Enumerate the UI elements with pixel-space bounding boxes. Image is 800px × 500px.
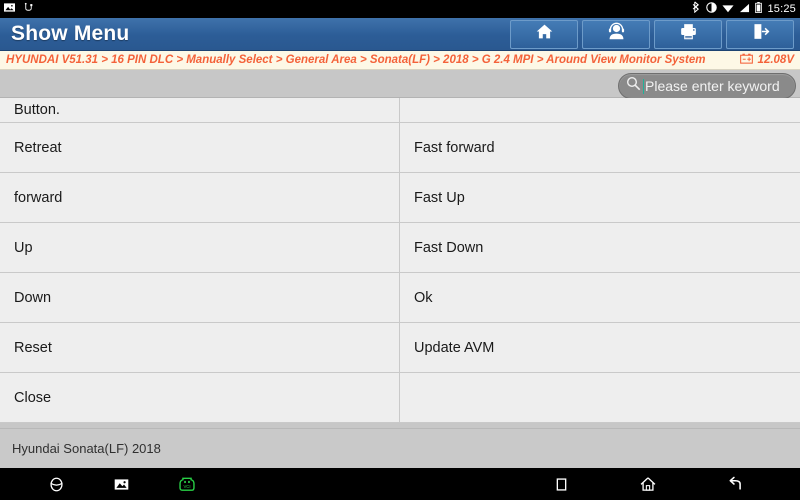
- table-row: Button.: [0, 98, 800, 123]
- android-status-bar: 15:25: [0, 0, 800, 18]
- menu-item-fast-down[interactable]: Fast Down: [400, 223, 800, 272]
- home-icon[interactable]: [639, 475, 657, 493]
- home-icon: [535, 22, 554, 46]
- menu-item-retreat[interactable]: Retreat: [0, 123, 400, 172]
- search-input[interactable]: Please enter keyword: [618, 73, 796, 99]
- status-bar-right-icons: 15:25: [692, 0, 796, 18]
- search-placeholder: Please enter keyword: [645, 78, 780, 94]
- menu-item-empty: [400, 98, 800, 122]
- dnd-icon: [706, 0, 718, 18]
- table-row: forward Fast Up: [0, 173, 800, 223]
- breadcrumb-path: HYUNDAI V51.31 > 16 PIN DLC > Manually S…: [6, 54, 706, 66]
- app-header: Show Menu: [0, 18, 800, 51]
- headset-icon: [607, 22, 626, 46]
- battery-icon: [755, 0, 763, 18]
- svg-text:VCI: VCI: [183, 483, 190, 488]
- menu-item-ok[interactable]: Ok: [400, 273, 800, 322]
- support-button[interactable]: [582, 19, 650, 49]
- printer-icon: [679, 22, 698, 46]
- browser-icon[interactable]: [48, 476, 65, 493]
- recents-icon[interactable]: [554, 477, 569, 492]
- table-row: Down Ok: [0, 273, 800, 323]
- gallery-icon[interactable]: [113, 476, 130, 493]
- vci-icon[interactable]: VCI: [178, 476, 196, 493]
- signal-icon: [739, 0, 750, 18]
- header-toolbar: [510, 19, 800, 49]
- status-footer: Hyundai Sonata(LF) 2018: [0, 428, 800, 468]
- home-button[interactable]: [510, 19, 578, 49]
- table-row: Close: [0, 373, 800, 423]
- breadcrumb: HYUNDAI V51.31 > 16 PIN DLC > Manually S…: [0, 51, 800, 70]
- voltage-indicator: 12.08V: [739, 51, 796, 69]
- status-bar-clock: 15:25: [767, 3, 796, 15]
- menu-item-fast-forward[interactable]: Fast forward: [400, 123, 800, 172]
- menu-item-down[interactable]: Down: [0, 273, 400, 322]
- bluetooth-icon: [692, 0, 701, 18]
- nav-left-group: VCI: [0, 476, 196, 493]
- battery-voltage-icon: [739, 51, 753, 69]
- menu-item-update-avm[interactable]: Update AVM: [400, 323, 800, 372]
- exit-button[interactable]: [726, 19, 794, 49]
- menu-item-button[interactable]: Button.: [0, 98, 400, 122]
- menu-item-fast-up[interactable]: Fast Up: [400, 173, 800, 222]
- status-bar-left-icons: [4, 0, 34, 18]
- android-nav-bar: VCI: [0, 468, 800, 500]
- print-button[interactable]: [654, 19, 722, 49]
- voltage-value: 12.08V: [757, 54, 794, 66]
- usb-icon: [23, 0, 34, 18]
- menu-item-empty: [400, 373, 800, 422]
- menu-item-close[interactable]: Close: [0, 373, 400, 422]
- table-row: Reset Update AVM: [0, 323, 800, 373]
- menu-item-up[interactable]: Up: [0, 223, 400, 272]
- vehicle-info-label: Hyundai Sonata(LF) 2018: [12, 441, 161, 456]
- table-row: Retreat Fast forward: [0, 123, 800, 173]
- search-icon: [626, 76, 641, 96]
- menu-item-reset[interactable]: Reset: [0, 323, 400, 372]
- menu-list: Button. Retreat Fast forward forward Fas…: [0, 98, 800, 428]
- app-root: 15:25 Show Menu HYUNDAI V51.31 > 16 PIN …: [0, 0, 800, 500]
- nav-right-group: [554, 475, 800, 493]
- page-title: Show Menu: [11, 22, 130, 45]
- back-icon[interactable]: [727, 475, 745, 493]
- table-row: Up Fast Down: [0, 223, 800, 273]
- text-caret: [643, 78, 644, 94]
- exit-icon: [751, 22, 770, 46]
- tool-strip: Please enter keyword: [0, 70, 800, 99]
- wifi-icon: [722, 0, 735, 18]
- menu-item-forward[interactable]: forward: [0, 173, 400, 222]
- screenshot-icon: [4, 0, 15, 18]
